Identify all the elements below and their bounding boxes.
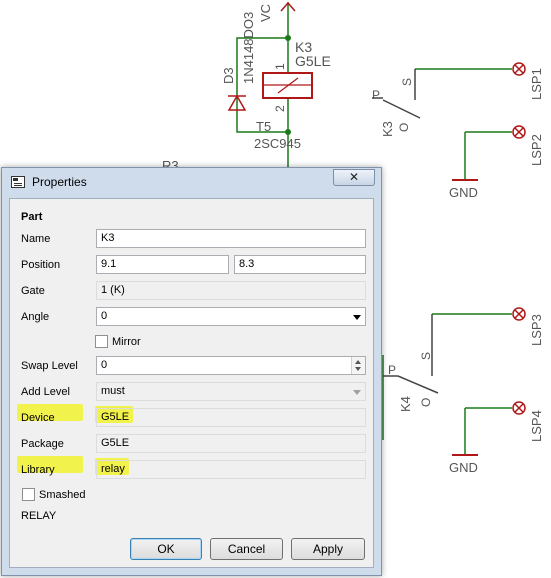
relay-pin1-label: 1 [273,63,287,70]
speaker-lsp1-terminal [512,62,526,76]
swap-level-spinbox[interactable]: 0 [96,356,366,375]
chevron-down-icon [353,315,361,320]
speaker-lsp2-terminal [512,125,526,139]
properties-app-icon [11,176,25,188]
device-label: Device [21,412,55,424]
switch-k3-p-label: P [372,88,380,102]
name-input[interactable]: K3 [96,229,366,248]
angle-select[interactable]: 0 [96,307,366,326]
add-level-label: Add Level [21,386,70,398]
position-x-input[interactable]: 9.1 [96,255,229,274]
spin-down-icon[interactable] [355,367,361,371]
lsp1-label: LSP1 [529,68,544,100]
vcc-label: VC [258,4,273,22]
switch-k3-name-label: K3 [380,121,395,137]
spinner-arrows-icon[interactable] [351,357,365,374]
speaker-lsp3-terminal [512,307,526,321]
lsp4-label: LSP4 [529,410,544,442]
gate-label: Gate [21,285,45,297]
add-level-select: must [96,382,366,401]
gnd-bottom-label: GND [449,460,478,475]
smashed-label: Smashed [39,489,86,501]
chevron-down-icon [353,390,361,395]
package-label: Package [21,438,64,450]
add-level-value: must [101,385,125,397]
cancel-button[interactable]: Cancel [210,538,283,560]
relay-pin2-label: 2 [273,105,287,112]
smashed-checkbox[interactable] [22,488,35,501]
swap-level-value: 0 [101,359,108,371]
swap-level-label: Swap Level [21,360,78,372]
mirror-checkbox[interactable] [95,335,108,348]
lsp3-label: LSP3 [529,314,544,346]
switch-k3-o-label: O [397,123,411,132]
diode-name-label: D3 [221,67,236,84]
transistor-name-label: T5 [256,119,271,134]
properties-dialog: Properties ✕ Part Name K3 Position 9.1 8… [1,167,382,576]
device-field: G5LE [96,408,366,427]
angle-label: Angle [21,311,50,323]
name-label: Name [21,233,51,245]
library-field: relay [96,460,366,479]
switch-k4-o-label: O [419,398,433,407]
dialog-content: Part Name K3 Position 9.1 8.3 Gate 1 (K)… [9,198,374,568]
mirror-label: Mirror [112,336,141,348]
ok-button[interactable]: OK [130,538,202,560]
gate-field: 1 (K) [96,281,366,300]
transistor-value-label: 2SC945 [254,136,301,151]
apply-button[interactable]: Apply [291,538,365,560]
switch-k3-s-label: S [400,78,414,86]
speaker-lsp4-terminal [512,401,526,415]
vcc-supply-symbol [280,1,296,38]
close-button[interactable]: ✕ [333,169,375,186]
position-label: Position [21,259,61,271]
angle-select-value: 0 [101,310,108,322]
lsp2-label: LSP2 [529,134,544,166]
gnd-top-label: GND [449,185,478,200]
part-section-label: Part [21,211,43,223]
switch-k4-name-label: K4 [398,396,413,412]
dialog-title: Properties [32,175,87,189]
switch-k4-s-label: S [419,352,433,360]
part-description: RELAY [21,510,57,522]
switch-k4-p-label: P [388,363,396,377]
position-y-input[interactable]: 8.3 [234,255,366,274]
diode-value-label: 1N4148DO3 [241,12,256,84]
dialog-titlebar[interactable]: Properties ✕ [2,168,381,196]
library-label: Library [21,464,55,476]
relay-value-label: G5LE [295,53,331,69]
package-field: G5LE [96,434,366,453]
spin-up-icon[interactable] [355,360,361,364]
